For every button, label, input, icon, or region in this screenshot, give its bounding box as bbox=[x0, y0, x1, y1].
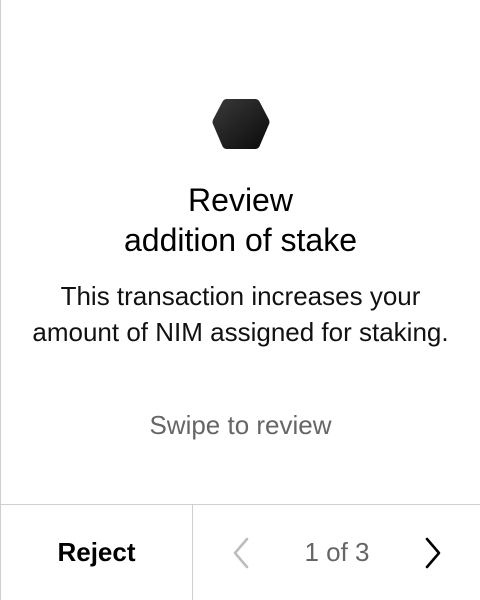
chevron-right-icon[interactable] bbox=[415, 535, 447, 571]
nimiq-hexagon-icon bbox=[212, 99, 270, 149]
reject-button[interactable]: Reject bbox=[1, 505, 193, 600]
title-line-2: addition of stake bbox=[123, 222, 358, 258]
review-screen: Review addition of stake This transactio… bbox=[0, 0, 480, 600]
pager: 1 of 3 bbox=[193, 505, 480, 600]
footer-bar: Reject 1 of 3 bbox=[1, 504, 480, 600]
swipe-hint: Swipe to review bbox=[149, 410, 332, 440]
title-line-1: Review bbox=[188, 182, 293, 218]
page-title: Review addition of stake bbox=[1, 180, 480, 260]
page-indicator: 1 of 3 bbox=[304, 537, 370, 567]
transaction-description: This transaction increases your amount o… bbox=[32, 281, 449, 347]
chevron-left-icon[interactable] bbox=[227, 535, 259, 571]
